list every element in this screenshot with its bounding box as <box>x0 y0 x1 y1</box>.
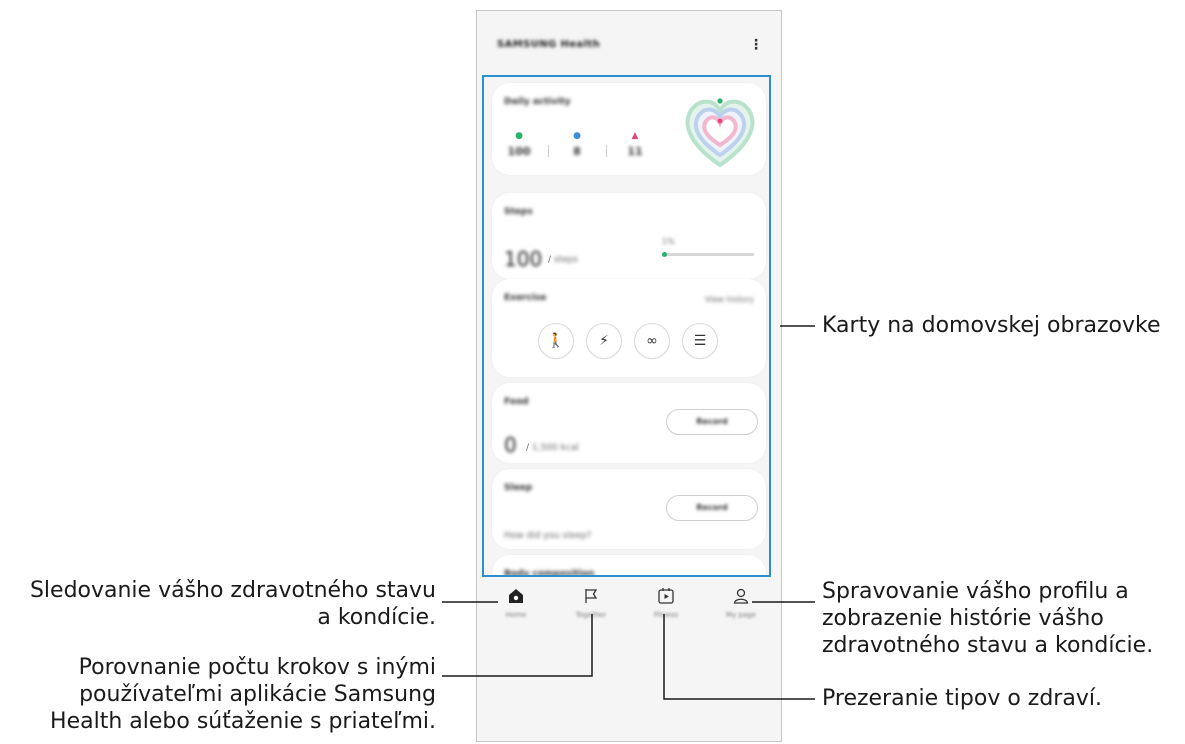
profile-callout: Spravovanie vášho profilu a zobrazenie h… <box>822 579 1154 658</box>
fitness-callout-line <box>663 614 815 700</box>
home-callout: Sledovanie vášho zdravotného stavu a kon… <box>29 578 436 630</box>
fitness-callout: Prezeranie tipov o zdraví. <box>822 686 1102 711</box>
together-callout-line <box>442 614 593 677</box>
cards-callout: Karty na domovskej obrazovke <box>822 313 1161 338</box>
together-callout: Porovnanie počtu krokov s inými používat… <box>50 655 436 734</box>
